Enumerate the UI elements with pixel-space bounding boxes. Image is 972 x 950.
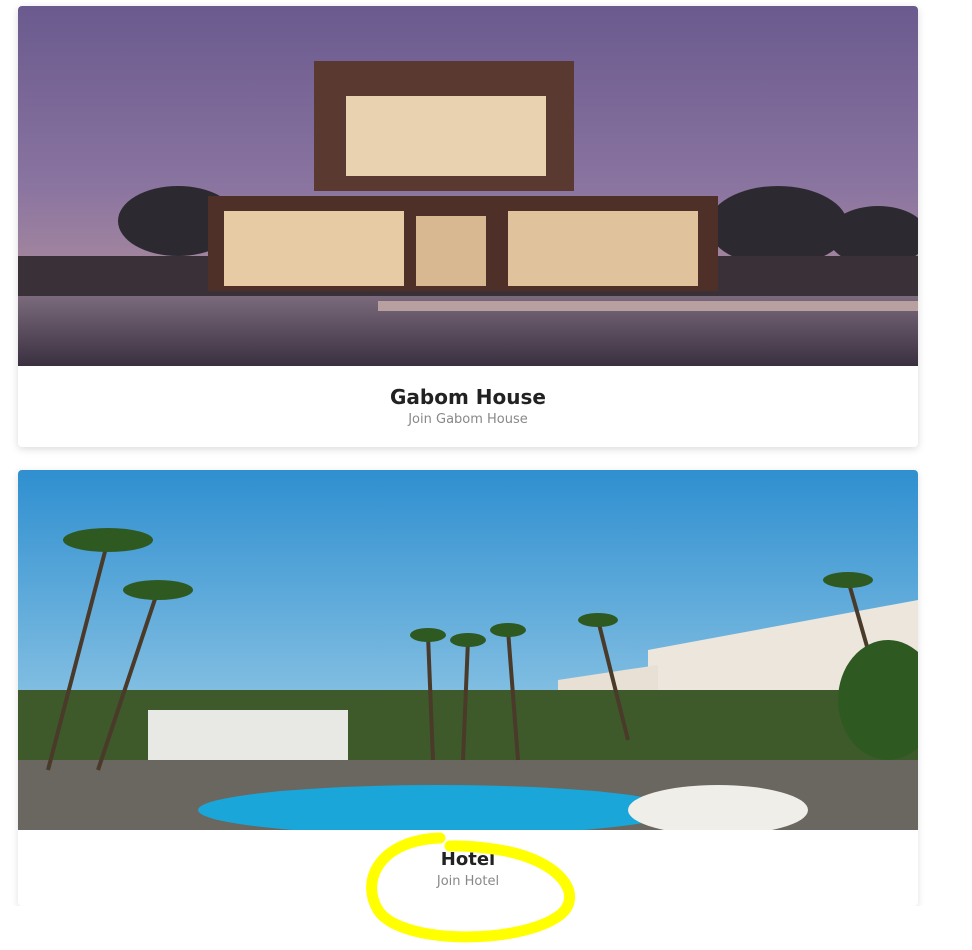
card-gabom-house[interactable]: Gabom House Join Gabom House bbox=[18, 6, 918, 447]
page-bottom bbox=[0, 906, 972, 950]
card-image-house bbox=[18, 6, 918, 366]
card-hotel[interactable]: Hotel Join Hotel bbox=[18, 470, 918, 906]
card-image-hotel bbox=[18, 470, 918, 830]
card-title[interactable]: Gabom House bbox=[18, 384, 918, 410]
card-title[interactable]: Hotel bbox=[18, 848, 918, 872]
card-subtitle: Join Gabom House bbox=[408, 412, 528, 427]
card-subtitle: Join Hotel bbox=[436, 874, 500, 889]
